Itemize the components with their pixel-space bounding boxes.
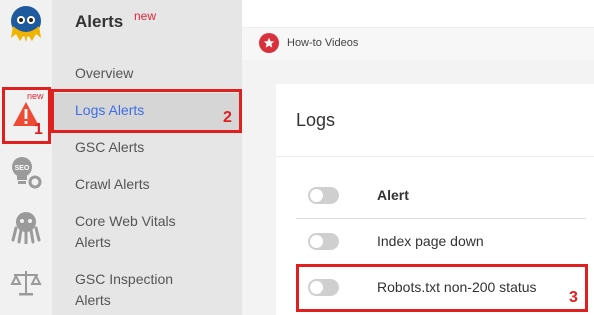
annotation-number-2: 2: [223, 109, 232, 126]
annotation-box-2: [51, 89, 242, 133]
index-page-down-toggle[interactable]: [308, 233, 339, 250]
menu-item-crawl-alerts[interactable]: Crawl Alerts: [75, 174, 150, 195]
howto-bar[interactable]: How-to Videos: [242, 28, 594, 60]
star-icon[interactable]: [259, 33, 279, 53]
annotation-number-1: 1: [34, 121, 43, 138]
annotation-box-1: [2, 87, 51, 144]
menu-item-gsc-inspection-alerts[interactable]: GSC Inspection Alerts: [75, 269, 173, 311]
howto-videos-link[interactable]: How-to Videos: [287, 37, 358, 49]
menu-item-overview[interactable]: Overview: [75, 63, 133, 84]
alerts-menu: Alerts new Overview Logs Alerts GSC Aler…: [52, 0, 242, 315]
table-row: Index page down: [296, 219, 586, 265]
menu-item-line: Alerts: [75, 234, 111, 250]
menu-item-line: Alerts: [75, 292, 111, 308]
icon-rail: new SEO: [0, 0, 52, 315]
top-bar: [242, 0, 594, 28]
divider: [276, 156, 594, 157]
menu-item-line: Core Web Vitals: [75, 213, 176, 229]
toggle-all-switch[interactable]: [308, 187, 339, 204]
page-title: Logs: [296, 110, 336, 130]
svg-text:SEO: SEO: [15, 165, 30, 172]
octopus-icon[interactable]: [0, 205, 52, 249]
toggle-knob: [310, 189, 323, 202]
seo-bulb-gear-icon[interactable]: SEO: [0, 153, 52, 193]
annotation-box-3: [296, 264, 588, 312]
menu-new-badge: new: [134, 9, 157, 23]
toggle-knob: [310, 235, 323, 248]
octopus-logo-icon[interactable]: [0, 2, 52, 46]
menu-item-core-web-vitals-alerts[interactable]: Core Web Vitals Alerts: [75, 211, 176, 253]
scales-icon[interactable]: [0, 265, 52, 301]
table-header: Alert: [296, 173, 586, 219]
alert-column-header: Alert: [377, 187, 409, 203]
menu-item-line: GSC Inspection: [75, 271, 174, 287]
menu-title: Alerts: [75, 12, 124, 31]
menu-item-gsc-alerts[interactable]: GSC Alerts: [75, 137, 144, 158]
alert-label: Index page down: [377, 233, 484, 249]
annotation-number-3: 3: [569, 289, 578, 306]
